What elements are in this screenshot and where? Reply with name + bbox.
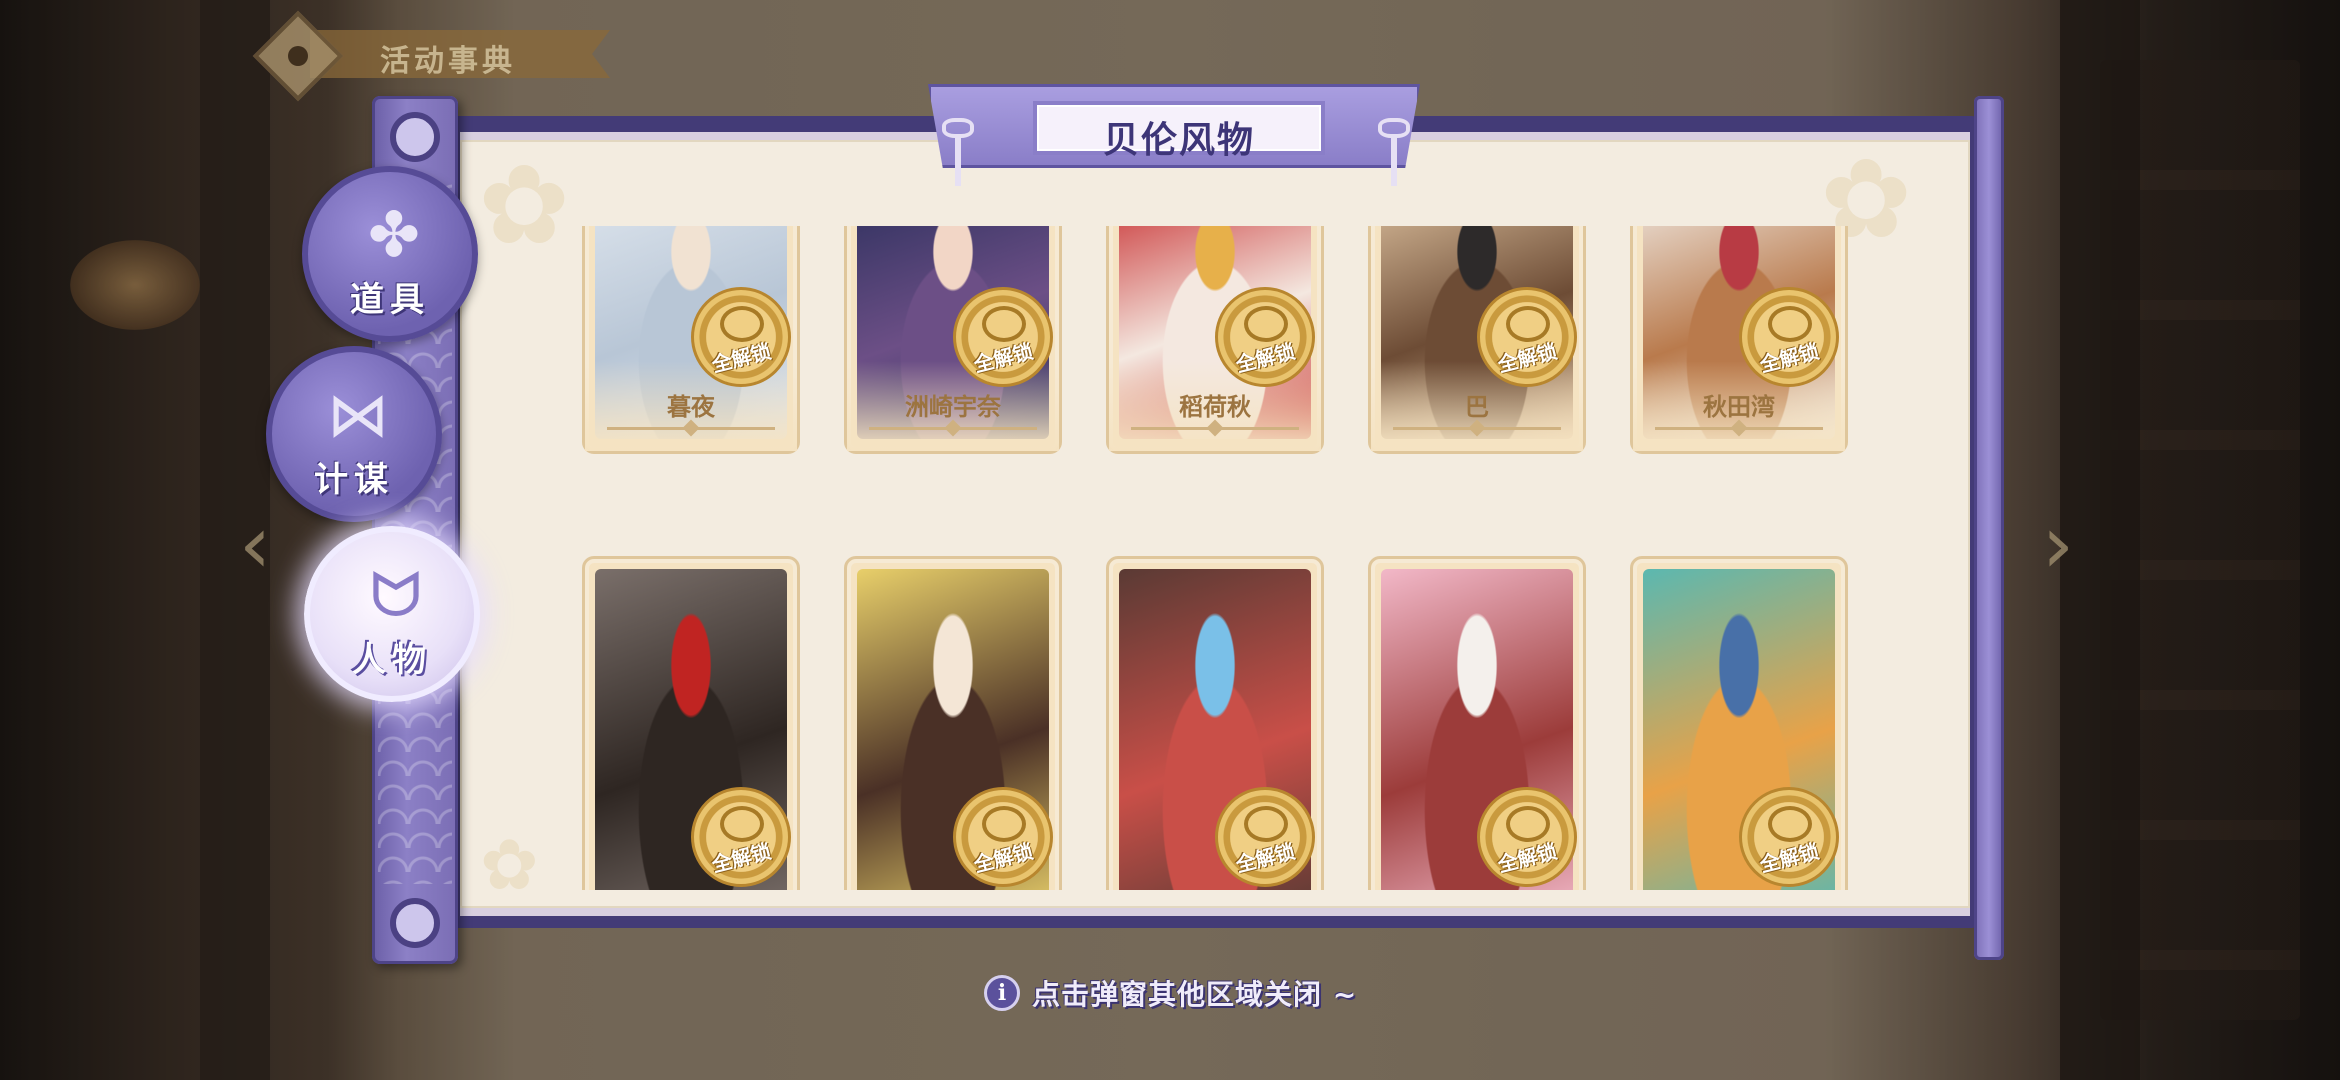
tab-items[interactable]: ✤ 道具 [302, 166, 478, 342]
character-card[interactable]: 全解锁 [582, 556, 800, 890]
unlock-medal-icon: 全解锁 [1739, 287, 1839, 387]
bow-icon: ⋈ [327, 378, 389, 451]
character-card[interactable]: 全解锁 暮夜 [582, 226, 800, 454]
tab-label: 计谋 [314, 460, 394, 500]
tab-characters[interactable]: ᗢ 人物 [304, 526, 480, 702]
unlock-medal-icon: 全解锁 [1477, 287, 1577, 387]
character-card[interactable]: 全解锁 [844, 556, 1062, 890]
prev-page-arrow-icon: ‹ [239, 498, 271, 591]
scroll-rod-right [1974, 96, 2004, 960]
unlock-medal-icon: 全解锁 [953, 787, 1053, 887]
character-card[interactable]: 全解锁 秋田湾 [1630, 226, 1848, 454]
close-hint-text: 点击弹窗其他区域关闭 ~ [1032, 978, 1358, 1011]
character-card[interactable]: 全解锁 洲崎宇奈 [844, 226, 1062, 454]
character-card[interactable]: 全解锁 稻荷秋 [1106, 226, 1324, 454]
event-book-title: 活动事典 [380, 44, 516, 79]
next-page-arrow-icon: › [2042, 498, 2074, 591]
character-name: 巴 [1465, 393, 1489, 421]
unlock-medal-icon: 全解锁 [1477, 787, 1577, 887]
panel-title: 贝伦风物 [1102, 120, 1255, 161]
tassel-icon [938, 118, 978, 188]
banner-dot [288, 46, 308, 66]
character-card[interactable]: 全解锁 [1106, 556, 1324, 890]
character-name: 暮夜 [667, 393, 715, 421]
info-icon: i [984, 975, 1020, 1011]
title-frame: 贝伦风物 [1033, 101, 1325, 161]
character-card[interactable]: 全解锁 [1368, 556, 1586, 890]
unlock-medal-icon: 全解锁 [691, 287, 791, 387]
close-hint: i 点击弹窗其他区域关闭 ~ [984, 973, 1357, 1013]
character-name: 秋田湾 [1703, 393, 1775, 421]
tab-strategies[interactable]: ⋈ 计谋 [266, 346, 442, 522]
character-name: 洲崎宇奈 [905, 393, 1001, 421]
tassel-icon [1374, 118, 1414, 188]
unlock-medal-icon: 全解锁 [1215, 787, 1315, 887]
character-card[interactable]: 全解锁 [1630, 556, 1848, 890]
unlock-medal-icon: 全解锁 [953, 287, 1053, 387]
rod-cap-top [390, 112, 440, 162]
rod-cap-bottom [390, 898, 440, 948]
character-name: 稻荷秋 [1179, 393, 1251, 421]
character-card[interactable]: 全解锁 巴 [1368, 226, 1586, 454]
title-plaque: 贝伦风物 [928, 84, 1420, 168]
cat-head-icon: ᗢ [370, 558, 422, 631]
puzzle-icon: ✤ [368, 198, 420, 271]
flower-decoration-icon: ✿ [480, 824, 539, 906]
tab-label: 人物 [352, 640, 432, 680]
unlock-medal-icon: 全解锁 [691, 787, 791, 887]
event-book-banner: 活动事典 [240, 10, 630, 102]
unlock-medal-icon: 全解锁 [1215, 287, 1315, 387]
unlock-medal-icon: 全解锁 [1739, 787, 1839, 887]
character-grid[interactable]: 全解锁 暮夜 全解锁 洲崎宇奈 全解锁 稻荷秋 全解锁 巴 全解锁 秋田湾 全解… [578, 226, 1858, 890]
tab-label: 道具 [350, 280, 430, 320]
flower-decoration-icon: ✿ [478, 141, 571, 269]
